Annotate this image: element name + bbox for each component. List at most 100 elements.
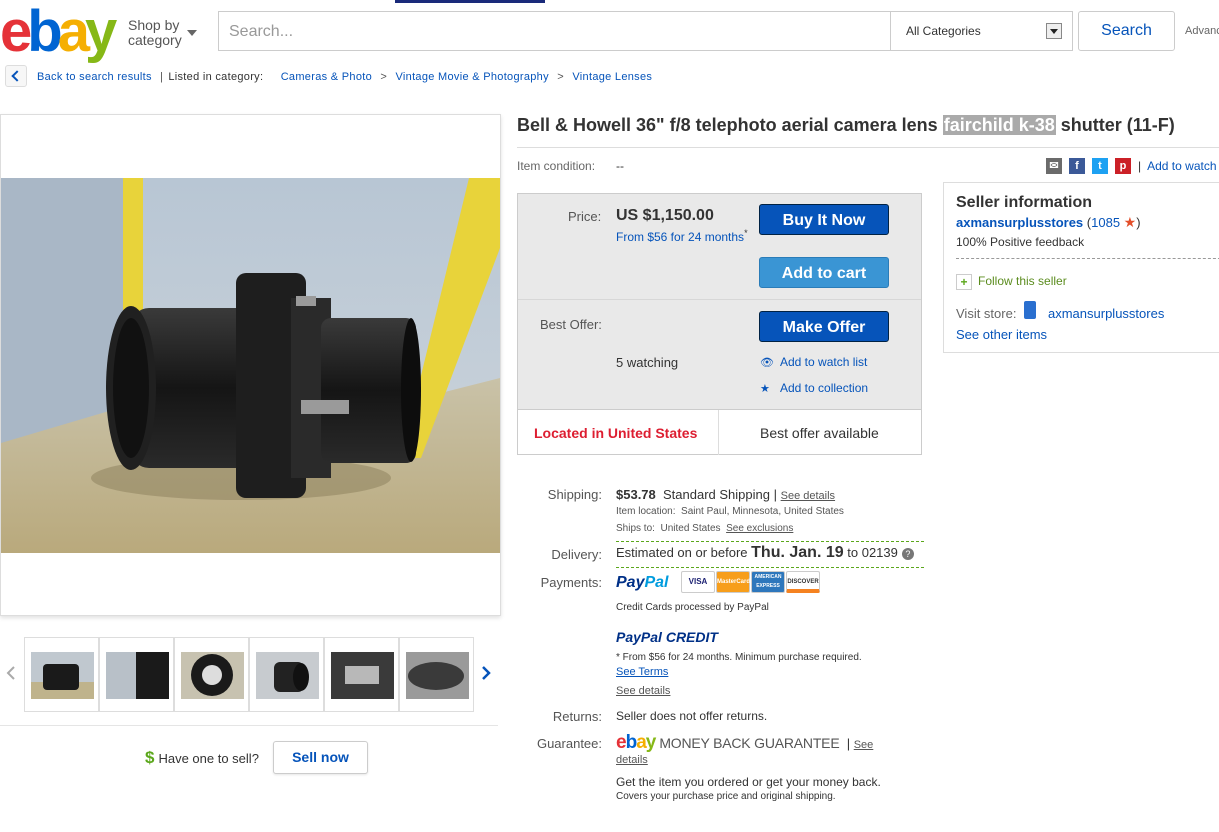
visit-store-label: Visit store: <box>956 306 1017 321</box>
title-text-end: shutter (11-F) <box>1055 115 1175 135</box>
sell-now-button[interactable]: Sell now <box>273 741 368 774</box>
store-icon <box>1024 301 1036 319</box>
add-to-watch-list-button[interactable]: 👁 Add to watch list <box>760 355 867 369</box>
item-location-value: Saint Paul, Minnesota, United States <box>681 506 844 517</box>
buy-it-now-button[interactable]: Buy It Now <box>759 204 889 235</box>
facebook-icon[interactable]: f <box>1069 157 1085 174</box>
make-offer-button[interactable]: Make Offer <box>759 311 889 342</box>
amex-icon: AMERICAN EXPRESS <box>751 571 785 593</box>
thumbnail-4[interactable] <box>249 637 324 712</box>
located-in: Located in United States <box>534 425 698 441</box>
shipping-separator: | <box>773 487 777 502</box>
breadcrumb-category-2[interactable]: Vintage Movie & Photography <box>395 71 548 83</box>
divider <box>616 541 924 542</box>
category-select[interactable]: All Categories <box>890 11 1073 51</box>
see-other-items-link[interactable]: See other items <box>956 327 1047 342</box>
email-icon[interactable]: ✉ <box>1046 157 1062 174</box>
pinterest-icon[interactable]: p <box>1115 157 1131 174</box>
payments-details-link[interactable]: See details <box>616 685 670 697</box>
positive-feedback: 100% Positive feedback <box>956 235 1085 249</box>
thumbnail-6[interactable] <box>399 637 474 712</box>
guarantee-line2: Covers your purchase price and original … <box>616 791 836 802</box>
divider <box>616 567 924 568</box>
back-arrow-icon[interactable] <box>5 65 27 87</box>
breadcrumb-category-1[interactable]: Cameras & Photo <box>281 71 372 83</box>
back-to-results-link[interactable]: Back to search results <box>37 71 152 83</box>
store-link[interactable]: axmansurplusstores <box>1048 306 1164 321</box>
shipping-details-link[interactable]: See details <box>781 490 835 502</box>
delivery-estimate: Estimated on or before Thu. Jan. 19 to 0… <box>616 544 914 562</box>
add-to-collection-button[interactable]: ★ Add to collection <box>760 381 868 395</box>
advanced-search-link[interactable]: Advanced <box>1185 25 1219 37</box>
shop-by-line1: Shop by <box>128 17 180 33</box>
chevron-right-icon[interactable] <box>481 666 491 680</box>
divider <box>956 258 1219 259</box>
thumbnail-3[interactable] <box>174 637 249 712</box>
purchase-panel: Price: US $1,150.00 From $56 for 24 mont… <box>517 193 922 455</box>
guarantee-details-link[interactable]: details <box>616 754 648 766</box>
search-input[interactable]: Search... <box>218 11 892 51</box>
breadcrumb: Back to search results | Listed in catego… <box>37 71 652 83</box>
guarantee-line1: Get the item you ordered or get your mon… <box>616 775 881 789</box>
help-icon[interactable]: ? <box>901 547 914 560</box>
delivery-date: Thu. Jan. 19 <box>751 544 844 561</box>
shipping-main: $53.78 Standard Shipping | See details <box>616 487 835 502</box>
feedback-score-link[interactable]: 1085 <box>1091 215 1120 230</box>
shipping-cost: $53.78 <box>616 487 656 502</box>
see-terms-text: See Terms <box>616 666 669 678</box>
best-offer-label: Best Offer: <box>540 317 602 332</box>
share-bar: ✉ ftp | Add to watch list <box>1046 157 1219 174</box>
shop-by-category[interactable]: Shop by category <box>128 18 182 48</box>
ebay-guarantee-logo: ebay <box>616 732 656 753</box>
see-terms-link[interactable]: See Terms <box>616 666 668 678</box>
payments-label: Payments: <box>540 575 602 590</box>
search-button[interactable]: Search <box>1078 11 1175 51</box>
dropdown-arrow-icon[interactable] <box>1046 23 1062 39</box>
add-to-watch-list-link[interactable]: Add to watch list <box>1147 159 1219 173</box>
category-select-value: All Categories <box>906 24 981 38</box>
credit-note: * From $56 for 24 months. Minimum purcha… <box>616 652 862 663</box>
main-product-image[interactable] <box>1 178 500 553</box>
financing-link[interactable]: From $56 for 24 months* <box>616 228 748 244</box>
money-back-guarantee: ebay MONEY BACK GUARANTEE | See <box>616 732 873 754</box>
seller-heading: Seller information <box>956 194 1093 211</box>
chevron-left-icon[interactable] <box>6 666 16 680</box>
paypal-credit-a: PayPal <box>616 629 662 645</box>
breadcrumb-category-3[interactable]: Vintage Lenses <box>572 71 652 83</box>
feedback-star-icon: ★ <box>1123 214 1137 230</box>
guarantee-details-text: details <box>616 754 648 766</box>
delivery-to: to <box>847 545 859 560</box>
paypal-logo-b: Pal <box>644 574 669 591</box>
seller-name-link[interactable]: axmansurplusstores <box>956 215 1083 230</box>
thumbnail-5[interactable] <box>324 637 399 712</box>
follow-seller-text: Follow this seller <box>978 274 1067 289</box>
twitter-icon[interactable]: t <box>1092 157 1108 174</box>
best-offer-available: Best offer available <box>760 425 879 441</box>
see-exclusions-link[interactable]: See exclusions <box>726 523 793 534</box>
title-text: Bell & Howell 36" f/8 telephoto aerial c… <box>517 115 943 135</box>
chevron-down-icon[interactable] <box>187 30 197 36</box>
sell-question: Have one to sell? <box>158 751 259 766</box>
guarantee-see-link[interactable]: See <box>854 739 874 751</box>
ships-to-value: United States <box>660 523 721 534</box>
paypal-logo: PayPal <box>616 574 668 592</box>
listed-in-label: Listed in category: <box>168 71 264 83</box>
follow-seller-button[interactable]: + Follow this seller <box>956 274 1067 290</box>
page-title: Bell & Howell 36" f/8 telephoto aerial c… <box>517 115 1175 136</box>
price-label: Price: <box>568 209 602 224</box>
paypal-credit-b: CREDIT <box>661 629 718 645</box>
shipping-method: Standard Shipping <box>663 487 770 502</box>
divider <box>0 725 498 726</box>
paypal-credit-logo: PayPal CREDIT <box>616 629 718 645</box>
main-image-frame <box>0 114 501 616</box>
divider <box>517 147 1219 148</box>
condition-value: -- <box>616 159 624 173</box>
delivery-label: Delivery: <box>551 547 602 562</box>
thumbnail-2[interactable] <box>99 637 174 712</box>
eye-icon: 👁 <box>760 357 774 369</box>
have-one-to-sell: $ Have one to sell? <box>145 748 259 768</box>
watching-count: 5 watching <box>616 355 679 370</box>
add-to-cart-button[interactable]: Add to cart <box>759 257 889 288</box>
thumbnail-1[interactable] <box>24 637 99 712</box>
ebay-logo[interactable]: ebay <box>0 2 117 62</box>
